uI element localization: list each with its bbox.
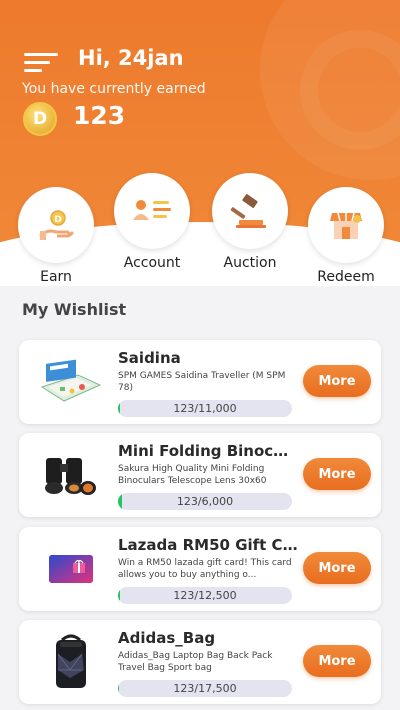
progress-text: 123/11,000 [173, 402, 237, 415]
redeem-shop-icon[interactable] [308, 187, 384, 263]
points-progress-bar: 123/12,500 [118, 587, 292, 604]
backpack-thumbnail [35, 630, 107, 694]
nav-earn-label: Earn [40, 269, 72, 285]
greeting-text: Hi, 24jan [78, 46, 184, 70]
item-description: Sakura High Quality Mini Folding Binocul… [118, 464, 267, 486]
wishlist-card-binoculars[interactable]: Mini Folding Binocul... Sakura High Qual… [19, 433, 381, 517]
points-progress-bar: 123/11,000 [118, 400, 292, 417]
nav-auction[interactable]: Auction [210, 173, 290, 271]
wishlist-title: My Wishlist [22, 300, 127, 319]
more-button[interactable]: More [303, 365, 371, 397]
more-button[interactable]: More [303, 552, 371, 584]
points-progress-bar: 123/17,500 [118, 680, 292, 697]
item-name: Mini Folding Binocul... [118, 442, 298, 460]
coin-icon: D [23, 102, 57, 136]
wishlist-card-gift-card[interactable]: Lazada RM50 Gift Ca... Win a RM50 lazada… [19, 527, 381, 611]
earn-coin-hand-icon[interactable]: D [18, 187, 94, 263]
gift-card-thumbnail [35, 537, 107, 601]
nav-redeem[interactable]: Redeem [306, 187, 386, 285]
nav-redeem-label: Redeem [317, 269, 375, 285]
progress-text: 123/12,500 [173, 589, 237, 602]
item-description: Win a RM50 lazada gift card! This card a… [118, 558, 292, 580]
account-card-icon[interactable] [114, 173, 190, 249]
item-description: SPM GAMES Saidina Traveller (M SPM 78) [118, 371, 286, 393]
points-balance: 123 [73, 101, 126, 130]
more-button[interactable]: More [303, 645, 371, 677]
nav-earn[interactable]: D Earn [16, 187, 96, 285]
more-button[interactable]: More [303, 458, 371, 490]
auction-gavel-icon[interactable] [212, 173, 288, 249]
svg-text:D: D [54, 215, 61, 225]
points-progress-bar: 123/6,000 [118, 493, 292, 510]
item-name: Adidas_Bag [118, 629, 216, 647]
wishlist-card-adidas-bag[interactable]: Adidas_Bag Adidas_Bag Laptop Bag Back Pa… [19, 620, 381, 704]
item-name: Saidina [118, 349, 181, 367]
board-game-thumbnail [35, 350, 107, 414]
progress-text: 123/6,000 [176, 495, 234, 508]
progress-text: 123/17,500 [173, 682, 237, 695]
hamburger-menu-icon[interactable] [24, 53, 58, 73]
wishlist-card-saidina[interactable]: Saidina SPM GAMES Saidina Traveller (M S… [19, 340, 381, 424]
binoculars-thumbnail [35, 443, 107, 507]
nav-account-label: Account [123, 255, 181, 271]
item-description: Adidas_Bag Laptop Bag Back Pack Travel B… [118, 651, 273, 673]
nav-auction-label: Auction [223, 255, 277, 271]
item-name: Lazada RM50 Gift Ca... [118, 536, 298, 554]
nav-account[interactable]: Account [112, 173, 192, 271]
earned-label: You have currently earned [22, 81, 206, 97]
